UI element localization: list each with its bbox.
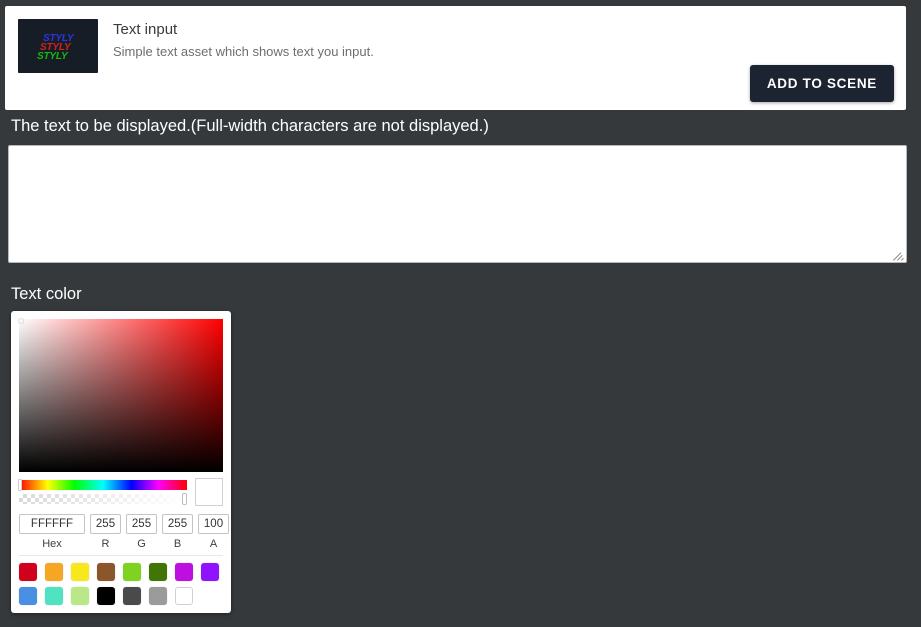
- preset-swatches: [19, 556, 223, 613]
- hex-field-caption: Hex: [42, 538, 62, 550]
- alpha-field-group: A: [198, 514, 229, 551]
- asset-description: Simple text asset which shows text you i…: [113, 44, 374, 59]
- swatch-row: [19, 563, 223, 581]
- red-field-caption: R: [101, 538, 110, 550]
- color-swatch[interactable]: [123, 563, 141, 581]
- color-picker: Hex R G B A: [11, 311, 231, 613]
- text-field-label: The text to be displayed.(Full-width cha…: [11, 117, 489, 135]
- hex-input[interactable]: [19, 514, 85, 534]
- hue-slider-handle[interactable]: [18, 479, 22, 491]
- color-swatch[interactable]: [19, 563, 37, 581]
- color-swatch[interactable]: [149, 587, 167, 605]
- color-swatch[interactable]: [201, 563, 219, 581]
- asset-card: STYLY STYLY STYLY Text input Simple text…: [5, 6, 906, 110]
- alpha-slider-handle[interactable]: [182, 493, 187, 505]
- text-color-label: Text color: [11, 285, 82, 303]
- asset-text-block: Text input Simple text asset which shows…: [113, 19, 374, 61]
- alpha-slider[interactable]: [19, 493, 187, 505]
- hue-slider[interactable]: [18, 479, 187, 491]
- color-swatch[interactable]: [97, 587, 115, 605]
- alpha-gradient: [19, 494, 187, 504]
- color-swatch[interactable]: [97, 563, 115, 581]
- green-field-caption: G: [137, 538, 146, 550]
- color-swatch[interactable]: [45, 563, 63, 581]
- color-preview-inner: [196, 479, 222, 505]
- color-swatch[interactable]: [175, 563, 193, 581]
- color-swatch[interactable]: [71, 587, 89, 605]
- hex-field-group: Hex: [19, 514, 85, 551]
- asset-title: Text input: [113, 21, 178, 38]
- sliders-column: [18, 479, 187, 505]
- blue-field-group: B: [162, 514, 193, 551]
- slider-block: [18, 478, 223, 506]
- green-field-group: G: [126, 514, 157, 551]
- color-value-fields: Hex R G B A: [19, 514, 229, 551]
- color-preview-swatch: [195, 478, 223, 506]
- color-swatch[interactable]: [149, 563, 167, 581]
- saturation-value-pointer[interactable]: [18, 318, 24, 324]
- asset-thumbnail: STYLY STYLY STYLY: [18, 19, 98, 73]
- red-field-group: R: [90, 514, 121, 551]
- thumbnail-word-green: STYLY: [37, 51, 68, 62]
- add-to-scene-button[interactable]: ADD TO SCENE: [749, 65, 894, 102]
- blue-field-caption: B: [173, 538, 182, 550]
- red-input[interactable]: [90, 514, 121, 534]
- asset-info-row: STYLY STYLY STYLY Text input Simple text…: [5, 6, 906, 73]
- color-swatch[interactable]: [71, 563, 89, 581]
- swatch-row: [19, 587, 223, 605]
- text-input-textarea[interactable]: [8, 145, 907, 263]
- color-swatch[interactable]: [175, 587, 193, 605]
- alpha-input[interactable]: [198, 514, 229, 534]
- saturation-value-area[interactable]: [18, 318, 223, 472]
- color-swatch[interactable]: [123, 587, 141, 605]
- color-swatch[interactable]: [45, 587, 63, 605]
- blue-input[interactable]: [162, 514, 193, 534]
- color-swatch[interactable]: [19, 587, 37, 605]
- green-input[interactable]: [126, 514, 157, 534]
- alpha-field-caption: A: [209, 538, 218, 550]
